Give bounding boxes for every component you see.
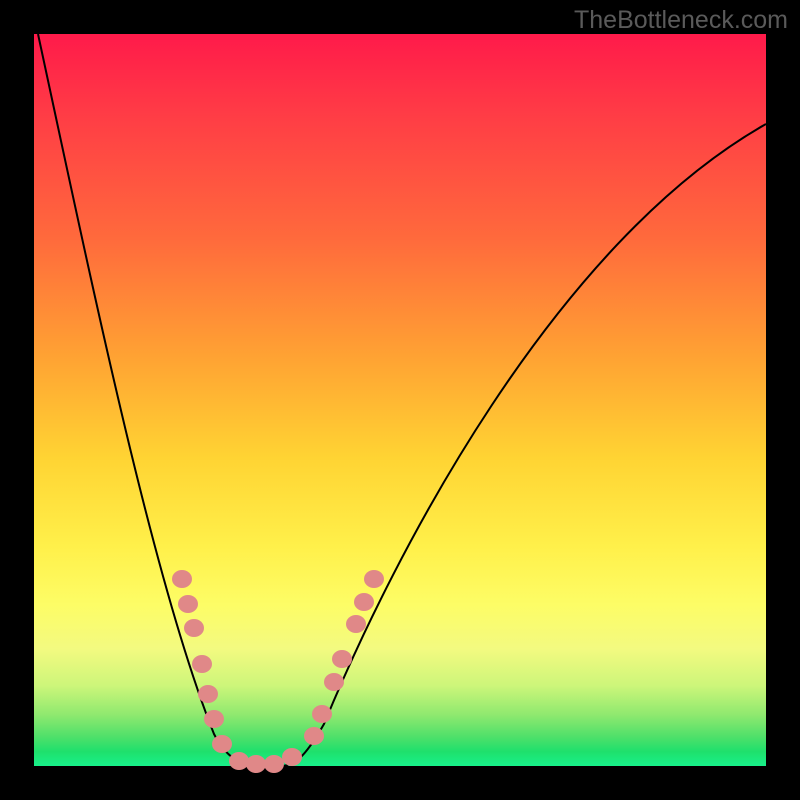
data-point-marker — [364, 570, 384, 588]
data-point-marker — [192, 655, 212, 673]
data-point-marker — [178, 595, 198, 613]
data-point-marker — [264, 755, 284, 773]
data-point-marker — [282, 748, 302, 766]
data-point-marker — [312, 705, 332, 723]
data-point-marker — [212, 735, 232, 753]
watermark-label: TheBottleneck.com — [574, 6, 788, 35]
data-point-marker — [246, 755, 266, 773]
data-point-marker — [354, 593, 374, 611]
plot-area — [34, 34, 766, 766]
data-point-marker — [346, 615, 366, 633]
chart-svg — [34, 34, 766, 766]
outer-frame: TheBottleneck.com — [0, 0, 800, 800]
data-point-marker — [172, 570, 192, 588]
data-point-marker — [324, 673, 344, 691]
data-point-marker — [304, 727, 324, 745]
data-point-marker — [184, 619, 204, 637]
data-point-marker — [229, 752, 249, 770]
marker-group — [172, 570, 384, 773]
data-point-marker — [198, 685, 218, 703]
bottleneck-curve — [38, 34, 766, 766]
data-point-marker — [204, 710, 224, 728]
data-point-marker — [332, 650, 352, 668]
